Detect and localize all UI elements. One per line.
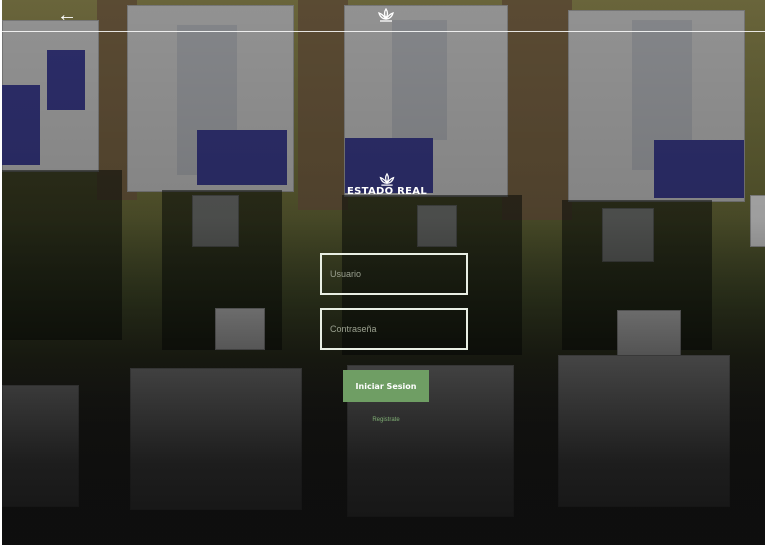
- lotus-icon: [378, 7, 394, 22]
- login-button[interactable]: Iniciar Sesion: [343, 370, 429, 402]
- brand-title: ESTADO REAL: [346, 186, 428, 197]
- password-field[interactable]: [320, 308, 468, 350]
- login-screen: ← ESTADO REAL Iniciar Sesion Registrate: [2, 0, 765, 545]
- register-link[interactable]: Registrate: [342, 417, 430, 423]
- back-arrow-icon[interactable]: ←: [54, 4, 80, 26]
- top-bar: ←: [2, 0, 765, 32]
- username-field[interactable]: [320, 253, 468, 295]
- brand-lotus-icon: [379, 172, 395, 186]
